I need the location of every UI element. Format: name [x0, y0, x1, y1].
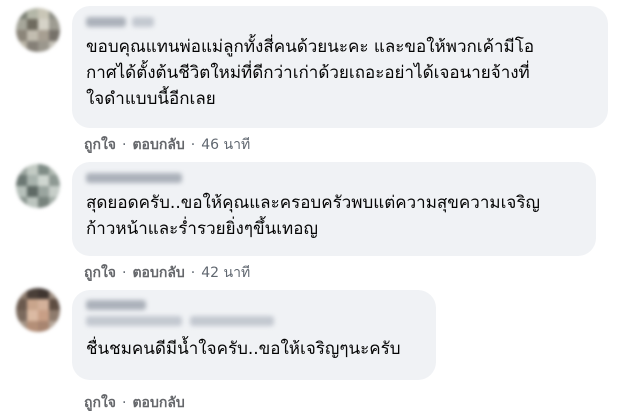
- timestamp[interactable]: 42 นาที: [201, 262, 250, 284]
- like-link[interactable]: ถูกใจ: [84, 392, 116, 412]
- avatar[interactable]: [16, 164, 60, 208]
- comment-text-line: กาศได้ตั้งต้นชีวิตใหม่ที่ดีกว่าเก่าด้วยเ…: [86, 63, 530, 83]
- comment-text: ขอบคุณแทนพ่อแม่ลูกทั้งสี่คนด้วยนะคะ และข…: [86, 34, 594, 112]
- comment-text-line: ชื่นชมคนดีมีน้ำใจครับ..ขอให้เจริญๆนะครับ: [86, 339, 401, 359]
- separator-dot: ·: [190, 265, 196, 281]
- comment-text: ชื่นชมคนดีมีน้ำใจครับ..ขอให้เจริญๆนะครับ: [86, 336, 422, 362]
- separator-dot: ·: [122, 137, 127, 153]
- comment-text-line: ก้าวหน้าและร่ำรวยยิ่งๆขึ้นเทอญ: [86, 219, 318, 239]
- avatar[interactable]: [16, 288, 60, 332]
- comment-actions: ถูกใจ · ตอบกลับ: [84, 392, 185, 412]
- author-name-blurred[interactable]: [86, 170, 582, 186]
- reply-link[interactable]: ตอบกลับ: [132, 262, 184, 284]
- comment-thread: ขอบคุณแทนพ่อแม่ลูกทั้งสี่คนด้วยนะคะ และข…: [0, 0, 640, 412]
- comment-bubble: สุดยอดครับ..ขอให้คุณและครอบครัวพบแต่ความ…: [72, 162, 596, 256]
- reply-link[interactable]: ตอบกลับ: [132, 134, 184, 156]
- comment-text-line: ใจดำแบบนี้อีกเลย: [86, 89, 216, 109]
- comment-bubble: ขอบคุณแทนพ่อแม่ลูกทั้งสี่คนด้วยนะคะ และข…: [72, 6, 608, 128]
- comment-bubble: ชื่นชมคนดีมีน้ำใจครับ..ขอให้เจริญๆนะครับ: [72, 290, 436, 380]
- comment-text: สุดยอดครับ..ขอให้คุณและครอบครัวพบแต่ความ…: [86, 190, 582, 242]
- author-name-blurred[interactable]: [86, 298, 422, 328]
- like-link[interactable]: ถูกใจ: [84, 262, 116, 284]
- comment-text-line: ขอบคุณแทนพ่อแม่ลูกทั้งสี่คนด้วยนะคะ และข…: [86, 37, 535, 57]
- separator-dot: ·: [122, 265, 127, 281]
- timestamp[interactable]: 46 นาที: [201, 134, 250, 156]
- separator-dot: ·: [190, 137, 196, 153]
- avatar[interactable]: [16, 8, 60, 52]
- comment-actions: ถูกใจ · ตอบกลับ · 42 นาที: [84, 262, 250, 284]
- reply-link[interactable]: ตอบกลับ: [132, 392, 184, 412]
- comment-actions: ถูกใจ · ตอบกลับ · 46 นาที: [84, 134, 250, 156]
- author-name-blurred[interactable]: [86, 14, 594, 30]
- separator-dot: ·: [122, 395, 127, 411]
- like-link[interactable]: ถูกใจ: [84, 134, 116, 156]
- comment-text-line: สุดยอดครับ..ขอให้คุณและครอบครัวพบแต่ความ…: [86, 193, 540, 213]
